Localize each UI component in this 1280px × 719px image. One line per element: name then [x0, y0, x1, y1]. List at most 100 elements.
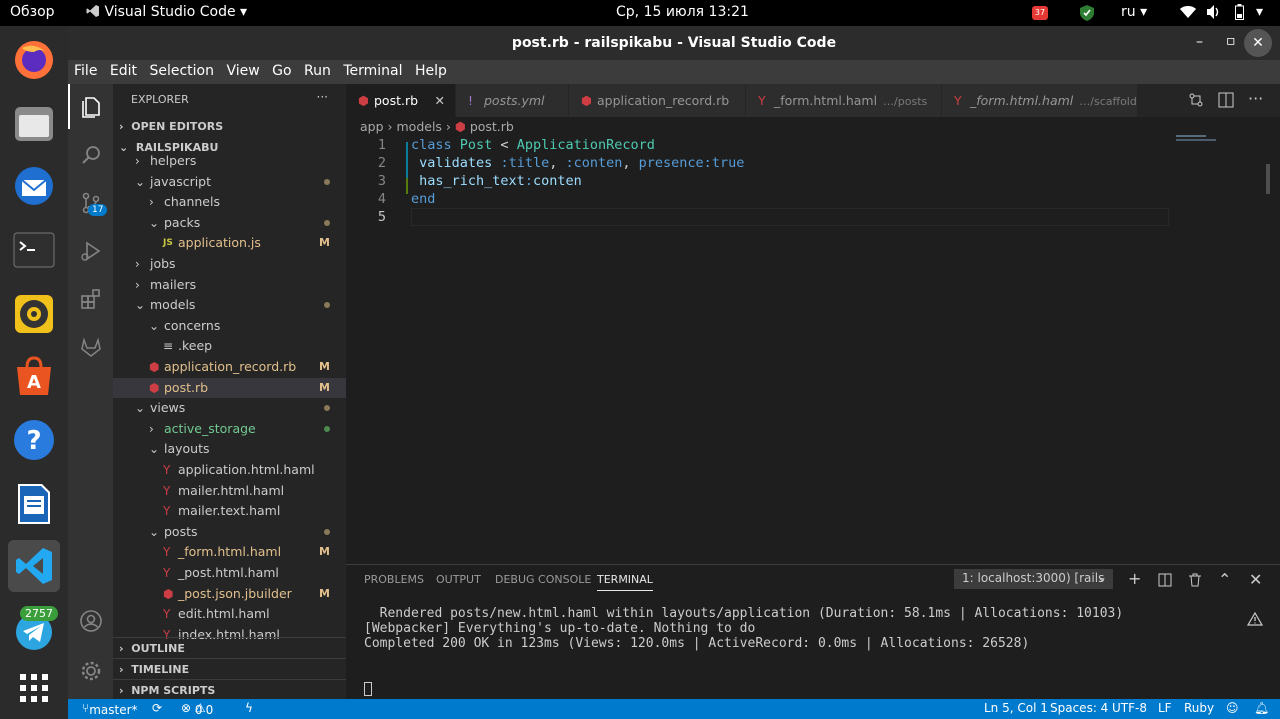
terminal-icon[interactable]	[8, 224, 60, 276]
outline-section[interactable]: › OUTLINE	[113, 637, 346, 658]
wifi-icon[interactable]	[1180, 6, 1196, 22]
terminal-select[interactable]: 1: localhost:3000) [rails ⌄	[954, 569, 1113, 589]
tree-item[interactable]: › channels	[113, 192, 346, 213]
tab-terminal[interactable]: TERMINAL	[597, 573, 653, 591]
tree-item[interactable]: › helpers	[113, 151, 346, 172]
tree-item[interactable]: ≡ .keep	[113, 336, 346, 357]
activities-button[interactable]: Обзор	[10, 4, 55, 20]
close-panel-icon[interactable]: ✕	[1249, 570, 1262, 589]
writer-icon[interactable]	[8, 478, 60, 530]
minimize-button[interactable]: –	[1196, 34, 1203, 50]
extensions-icon[interactable]	[68, 276, 113, 321]
menu-help[interactable]: Help	[415, 60, 447, 79]
vscode-dock-icon[interactable]	[8, 540, 60, 592]
editor-tab[interactable]: ⬢ post.rb ✕	[346, 84, 456, 117]
explorer-icon[interactable]	[68, 84, 113, 129]
trash-icon[interactable]	[1188, 572, 1202, 591]
source-control-icon[interactable]	[68, 180, 113, 225]
editor-tab[interactable]: Y _form.html.haml …/scaffold	[942, 84, 1138, 117]
close-tab-icon[interactable]: ✕	[435, 84, 445, 117]
thunderbird-icon[interactable]	[8, 160, 60, 212]
tree-item[interactable]: ⬢ _post.json.jbuilder M	[113, 584, 346, 605]
tree-item[interactable]: Yapplication.html.haml	[113, 460, 346, 481]
tree-item[interactable]: ⌄ models	[113, 295, 346, 316]
editor-tab[interactable]: ⬢ application_record.rb	[569, 84, 746, 117]
minimap[interactable]	[1176, 132, 1268, 146]
files-icon[interactable]	[8, 98, 60, 150]
tree-item[interactable]: Ymailer.html.haml	[113, 481, 346, 502]
encoding[interactable]: UTF-8	[1112, 701, 1147, 715]
open-editors-section[interactable]: › OPEN EDITORS	[113, 116, 346, 137]
tree-item[interactable]: ⌄ javascript	[113, 172, 346, 193]
shield-icon[interactable]	[1080, 5, 1094, 25]
code-line[interactable]: 3 has_rich_text:conten	[346, 172, 1280, 190]
menu-view[interactable]: View	[226, 60, 259, 79]
tree-item[interactable]: ⌄ posts	[113, 522, 346, 543]
cursor-position[interactable]: Ln 5, Col 1	[984, 701, 1048, 715]
keyboard-layout[interactable]: ru ▾	[1121, 4, 1147, 20]
open-changes-icon[interactable]	[1188, 92, 1204, 112]
tab-output[interactable]: OUTPUT	[436, 573, 481, 586]
close-window-button[interactable]: ✕	[1244, 29, 1272, 57]
indentation[interactable]: Spaces: 4	[1050, 701, 1108, 715]
language-mode[interactable]: Ruby	[1184, 701, 1214, 715]
tree-item[interactable]: ⌄ concerns	[113, 316, 346, 337]
code-line[interactable]: 1 class Post < ApplicationRecord	[346, 136, 1280, 154]
software-center-icon[interactable]: A	[8, 350, 60, 402]
help-icon[interactable]: ?	[8, 414, 60, 466]
maximize-button[interactable]: ▫	[1226, 33, 1236, 49]
npm-scripts-section[interactable]: › NPM SCRIPTS	[113, 679, 346, 699]
window-titlebar[interactable]: post.rb - railspikabu - Visual Studio Co…	[68, 26, 1280, 60]
menu-edit[interactable]: Edit	[110, 60, 137, 79]
tree-item[interactable]: JS application.js M	[113, 233, 346, 254]
breadcrumb-app[interactable]: app	[360, 119, 384, 134]
firefox-icon[interactable]	[8, 34, 60, 86]
feedback-icon[interactable]: ☺	[1226, 701, 1239, 715]
tree-item[interactable]: ⌄ layouts	[113, 439, 346, 460]
tree-item[interactable]: Yedit.html.haml	[113, 604, 346, 625]
system-menu-caret[interactable]: ▾	[1256, 4, 1263, 20]
notification-icon[interactable]: 37	[1032, 6, 1048, 20]
code-line[interactable]: 2 validates :title, :conten, presence:tr…	[346, 154, 1280, 172]
volume-icon[interactable]	[1207, 5, 1221, 23]
tab-debug-console[interactable]: DEBUG CONSOLE	[495, 573, 591, 586]
tree-item[interactable]: ⌄ views	[113, 398, 346, 419]
new-terminal-icon[interactable]: +	[1128, 569, 1141, 588]
terminal-output[interactable]: Rendered posts/new.html.haml within layo…	[364, 606, 1123, 651]
menu-file[interactable]: File	[74, 60, 97, 79]
split-editor-icon[interactable]	[1218, 92, 1234, 112]
search-icon[interactable]	[68, 132, 113, 177]
tab-problems[interactable]: PROBLEMS	[364, 573, 424, 586]
bell-icon[interactable]: 🔔︎	[1254, 701, 1269, 715]
clock[interactable]: Ср, 15 июля 13:21	[616, 4, 749, 20]
rhythmbox-icon[interactable]	[8, 288, 60, 340]
more-actions-icon[interactable]: ···	[317, 90, 328, 104]
tree-item[interactable]: Y _post.html.haml	[113, 563, 346, 584]
problems-indicator[interactable]: ⊗ 0 ⚠ 0	[181, 701, 213, 717]
tree-item[interactable]: ⬢ application_record.rb M	[113, 357, 346, 378]
tree-item[interactable]: Y _form.html.haml M	[113, 542, 346, 563]
breadcrumb-file[interactable]: post.rb	[470, 119, 514, 134]
gitlab-icon[interactable]	[68, 324, 113, 369]
menu-run[interactable]: Run	[304, 60, 331, 79]
lightning-icon[interactable]: ϟ	[245, 701, 253, 715]
run-debug-icon[interactable]	[68, 228, 113, 273]
account-icon[interactable]	[68, 598, 113, 643]
editor-more-icon[interactable]: ···	[1248, 89, 1263, 108]
branch-indicator[interactable]: ⑂ master*	[82, 701, 138, 717]
menu-go[interactable]: Go	[272, 60, 291, 79]
tree-item[interactable]: ⬢ post.rb M	[113, 377, 346, 399]
editor-tab[interactable]: Y _form.html.haml …/posts	[746, 84, 942, 117]
menu-selection[interactable]: Selection	[149, 60, 214, 79]
breadcrumb-models[interactable]: models	[397, 119, 442, 134]
line-endings[interactable]: LF	[1158, 701, 1172, 715]
show-apps-icon[interactable]	[8, 662, 60, 714]
maximize-panel-icon[interactable]: ⌃	[1218, 570, 1231, 589]
code-line[interactable]: 4 end	[346, 190, 1280, 208]
settings-gear-icon[interactable]	[68, 648, 113, 693]
editor-tab[interactable]: ! posts.yml	[456, 84, 569, 117]
tree-item[interactable]: Ymailer.text.haml	[113, 501, 346, 522]
tree-item[interactable]: › active_storage	[113, 419, 346, 440]
split-terminal-icon[interactable]	[1158, 572, 1172, 591]
scrollbar-thumb[interactable]	[1266, 164, 1270, 194]
